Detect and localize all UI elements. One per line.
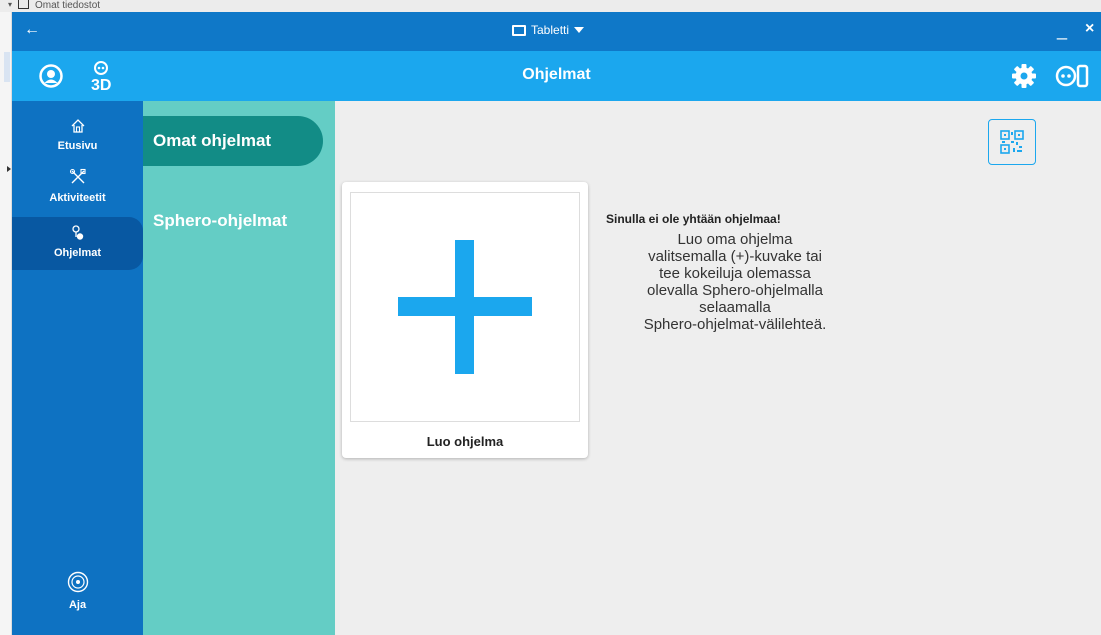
- plus-icon: [398, 240, 532, 374]
- tab-sphero-programs[interactable]: Sphero-ohjelmat: [153, 211, 287, 231]
- create-program-label: Luo ohjelma: [426, 434, 504, 449]
- sub-nav: Omat ohjelmat Sphero-ohjelmat: [143, 101, 335, 635]
- tools-icon: [69, 168, 86, 184]
- gear-icon[interactable]: [1011, 63, 1037, 94]
- content-area: Luo ohjelma Sinulla ei ole yhtään ohjelm…: [335, 101, 1101, 635]
- nav-item-programs[interactable]: Ohjelmat: [12, 217, 143, 270]
- expand-arrow-icon: [7, 166, 11, 172]
- home-icon: [71, 119, 84, 133]
- robot-connect-icon[interactable]: [1055, 63, 1089, 94]
- empty-state-title: Sinulla ei ole yhtään ohjelmaa!: [606, 212, 781, 226]
- nav-item-label: Aja: [68, 599, 87, 611]
- device-label: Tabletti: [531, 23, 570, 37]
- nav-item-drive[interactable]: Aja: [12, 571, 143, 631]
- programs-icon: [71, 225, 83, 240]
- nav-item-home[interactable]: Etusivu: [12, 118, 143, 162]
- tablet-icon: [512, 24, 526, 36]
- main-nav: Etusivu Aktiviteetit Ohjelmat Aja: [12, 101, 143, 635]
- nav-item-label: Etusivu: [57, 140, 98, 152]
- close-button[interactable]: ×: [1085, 20, 1094, 38]
- minimize-button[interactable]: _: [1057, 20, 1067, 41]
- app-header: 3D Ohjelmat: [12, 51, 1101, 101]
- tab-own-programs[interactable]: Omat ohjelmat: [143, 116, 323, 166]
- steering-wheel-icon: [67, 571, 88, 593]
- app-window: ← Tabletti _ × 3D Ohjelmat Etusivu Aktiv…: [12, 12, 1101, 635]
- caret-down-icon: [574, 27, 585, 33]
- create-program-card[interactable]: Luo ohjelma: [342, 182, 588, 458]
- collapse-arrow-icon: ▾: [8, 0, 13, 9]
- window-box-icon: [18, 0, 30, 9]
- qr-code-button[interactable]: [988, 119, 1036, 165]
- nav-item-label: Ohjelmat: [53, 247, 102, 259]
- background-window-strip: ▾ Omat tiedostot: [0, 0, 1101, 12]
- create-program-tile: [350, 192, 580, 422]
- page-title: Ohjelmat: [522, 66, 591, 83]
- nav-item-label: Aktiviteetit: [49, 192, 106, 204]
- device-selector[interactable]: Tabletti: [512, 23, 585, 37]
- title-bar: ← Tabletti _ ×: [12, 12, 1101, 51]
- back-button[interactable]: ←: [24, 21, 40, 39]
- background-left-panel: [0, 12, 12, 635]
- background-window-row: ▾ Omat tiedostot: [8, 0, 100, 12]
- background-selection-mark: [4, 52, 10, 82]
- qr-code-icon: [1000, 130, 1024, 154]
- background-window-label: Omat tiedostot: [35, 0, 101, 11]
- empty-state-text: Luo oma ohjelma valitsemalla (+)-kuvake …: [643, 231, 827, 333]
- nav-item-activities[interactable]: Aktiviteetit: [12, 168, 143, 212]
